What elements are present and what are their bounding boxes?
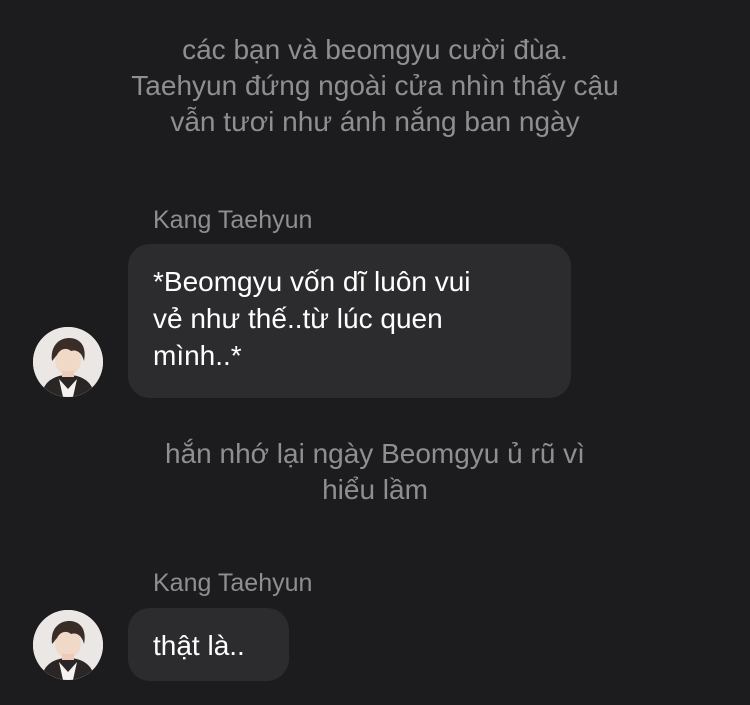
profile-photo-icon xyxy=(33,327,103,397)
sender-name: Kang Taehyun xyxy=(153,206,313,234)
message-bubble[interactable]: *Beomgyu vốn dĩ luôn vui vẻ như thế..từ … xyxy=(128,244,571,398)
sender-name: Kang Taehyun xyxy=(153,569,313,597)
avatar[interactable] xyxy=(33,610,103,680)
avatar[interactable] xyxy=(33,327,103,397)
narration-text: các bạn và beomgyu cười đùa. Taehyun đứn… xyxy=(131,34,619,137)
narration-text: hắn nhớ lại ngày Beomgyu ủ rũ vì hiểu lầ… xyxy=(165,438,585,505)
message-bubble[interactable]: thật là.. xyxy=(128,608,289,681)
profile-photo-icon xyxy=(33,610,103,680)
